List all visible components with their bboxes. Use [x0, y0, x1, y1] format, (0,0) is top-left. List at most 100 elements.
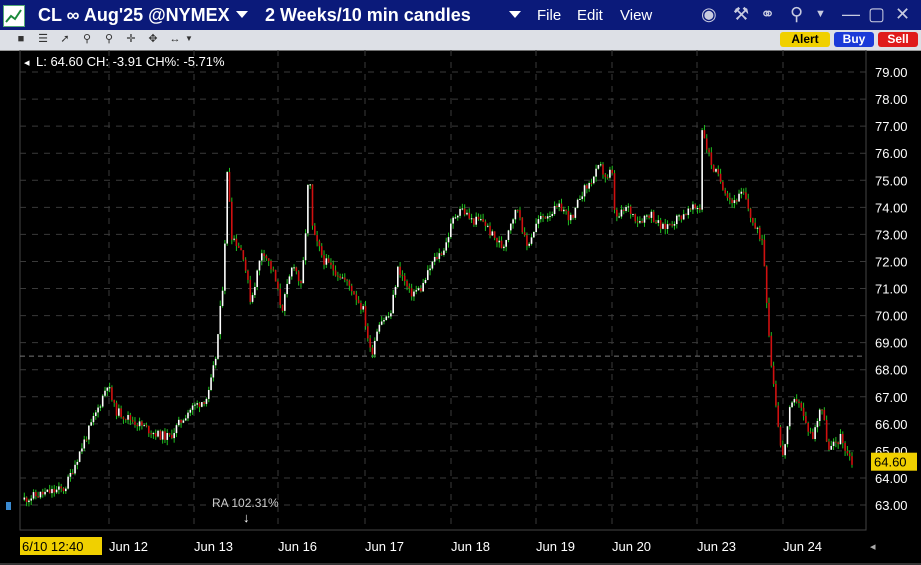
candle-up: [701, 130, 703, 210]
chat-icon[interactable]: ◉: [701, 4, 717, 24]
candle-down: [629, 206, 632, 215]
y-tick-label: 74.00: [875, 200, 908, 215]
candle-up: [639, 221, 641, 223]
candle-down: [719, 173, 722, 182]
scroll-dropdown-icon[interactable]: ▼: [182, 32, 196, 46]
candle-down: [154, 433, 157, 437]
candle-up: [470, 218, 473, 220]
minimize-icon[interactable]: —: [842, 4, 860, 24]
zoom-in-icon[interactable]: ⚲: [80, 32, 94, 46]
candle-up: [443, 250, 445, 255]
pin-icon[interactable]: ⚲: [790, 4, 803, 24]
candle-up: [74, 464, 76, 474]
period-selector[interactable]: 2 Weeks/10 min candles: [265, 5, 471, 26]
candle-down: [493, 231, 496, 238]
candle-down: [235, 238, 238, 246]
candle-down: [500, 240, 503, 249]
candle-down: [348, 280, 351, 286]
period-dropdown-icon[interactable]: [509, 11, 521, 18]
candle-down: [318, 241, 321, 247]
candle-up: [101, 395, 104, 407]
candle-down: [844, 443, 846, 451]
candle-down: [320, 246, 323, 256]
candle-down: [164, 431, 166, 440]
price-chart[interactable]: 63.0064.0065.0066.0067.0068.0069.0070.00…: [0, 50, 921, 563]
candle-up: [551, 214, 554, 216]
candle-down: [267, 258, 270, 261]
price-info-line: L: 64.60 CH: -3.91 CH%: -5.71%: [36, 54, 225, 69]
candle-down: [671, 224, 673, 226]
candle-up: [157, 430, 159, 437]
candle-down: [565, 209, 567, 211]
candle-down: [717, 169, 720, 174]
candle-down: [828, 441, 830, 450]
candle-down: [680, 215, 683, 220]
candle-up: [784, 444, 786, 456]
candle-down: [747, 198, 750, 209]
candle-down: [60, 486, 62, 489]
candle-down: [242, 250, 245, 260]
buy-button[interactable]: Buy: [834, 32, 874, 47]
candle-up: [816, 421, 819, 428]
candle-down: [159, 430, 162, 440]
candle-up: [454, 217, 457, 219]
candle-down: [496, 237, 498, 243]
candle-up: [99, 406, 102, 408]
candle-up: [788, 407, 791, 427]
draw-line-icon[interactable]: ➚: [58, 32, 72, 46]
candle-down: [115, 402, 118, 416]
candle-up: [177, 419, 180, 426]
x-tick-label: Jun 24: [783, 539, 822, 554]
candle-up: [480, 219, 482, 221]
candle-down: [821, 409, 823, 411]
menu-edit[interactable]: Edit: [577, 7, 603, 24]
y-tick-label: 69.00: [875, 336, 908, 351]
candle-down: [332, 264, 335, 271]
candle-down: [798, 401, 800, 403]
crosshair-icon[interactable]: ✛: [124, 32, 138, 46]
candle-up: [507, 230, 510, 240]
alert-button[interactable]: Alert: [780, 32, 830, 47]
menu-file[interactable]: File: [537, 7, 561, 24]
candle-up: [422, 282, 424, 292]
close-icon[interactable]: ✕: [895, 4, 910, 24]
candle-up: [581, 196, 584, 199]
restore-icon[interactable]: ▢: [868, 4, 885, 24]
candle-down: [758, 227, 761, 240]
candle-up: [537, 219, 540, 224]
scroll-icon[interactable]: ↔: [168, 32, 182, 46]
candle-down: [124, 419, 127, 421]
candle-down: [735, 200, 738, 202]
close-pane-icon[interactable]: ■: [14, 32, 28, 46]
candle-down: [247, 270, 249, 280]
candle-up: [733, 200, 736, 204]
candle-down: [440, 253, 443, 255]
zoom-out-icon[interactable]: ⚲: [102, 32, 116, 46]
candle-up: [417, 288, 420, 291]
candle-up: [429, 268, 431, 271]
contract-dropdown-icon[interactable]: [236, 11, 248, 18]
candle-down: [53, 489, 56, 493]
menu-view[interactable]: View: [620, 7, 652, 24]
candle-down: [669, 224, 671, 226]
candle-down: [636, 221, 639, 223]
candle-down: [484, 221, 487, 226]
link-icon[interactable]: ⚭: [760, 4, 775, 24]
candle-down: [710, 152, 713, 166]
candle-up: [214, 358, 217, 366]
bar-type-icon[interactable]: ☰: [36, 32, 50, 46]
pin-dropdown-icon[interactable]: ▼: [815, 4, 826, 24]
move-icon[interactable]: ✥: [146, 32, 160, 46]
candle-down: [37, 496, 39, 498]
candle-up: [793, 399, 796, 403]
candle-up: [286, 283, 288, 295]
candle-down: [685, 214, 687, 216]
candle-up: [104, 390, 106, 396]
candle-down: [113, 399, 116, 403]
contract-title[interactable]: CL ∞ Aug'25 @NYMEX: [38, 5, 230, 26]
wrench-icon[interactable]: ⚒: [733, 4, 749, 24]
candle-down: [330, 262, 332, 265]
candle-up: [67, 476, 69, 489]
sell-button[interactable]: Sell: [878, 32, 918, 47]
candle-down: [726, 193, 729, 198]
